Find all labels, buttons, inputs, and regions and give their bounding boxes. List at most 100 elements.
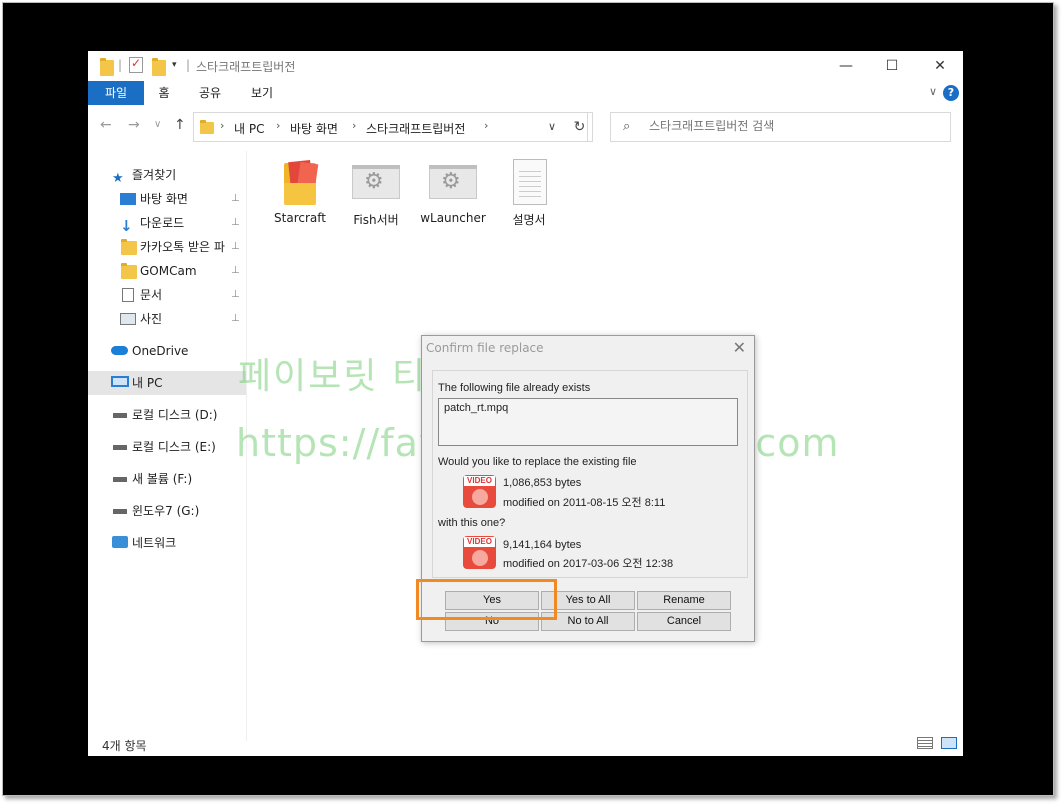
file-item-starcraft[interactable]: Starcraft	[264, 159, 336, 225]
tab-home[interactable]: 홈	[148, 81, 180, 105]
sidebar-item-quick-access[interactable]: ★ 즐겨찾기	[88, 163, 246, 187]
address-dropdown-icon[interactable]: ∨	[540, 112, 564, 142]
help-icon[interactable]: ?	[943, 85, 959, 101]
existing-file-size: 1,086,853 bytes	[503, 477, 582, 489]
file-item-manual[interactable]: 설명서	[493, 159, 565, 228]
video-label: VIDEO	[464, 537, 495, 547]
ribbon-tabs: 파일 홈 공유 보기 ∨ ?	[88, 81, 963, 105]
star-icon: ★	[112, 171, 124, 186]
file-name: Fish서버	[353, 213, 399, 227]
file-name: wLauncher	[420, 211, 486, 225]
address-bar[interactable]: › 내 PC › 바탕 화면 › 스타크래프트립버전 ›	[193, 112, 588, 142]
sidebar-item-label: 다운로드	[140, 216, 185, 230]
sidebar-item-downloads[interactable]: ↓ 다운로드 ⊥	[88, 211, 246, 235]
recent-locations-button[interactable]: ∨	[154, 119, 161, 130]
tab-file[interactable]: 파일	[88, 81, 144, 105]
folder-icon	[121, 239, 137, 255]
dialog-close-button[interactable]: ✕	[733, 338, 746, 357]
settings-file-icon: ⚙	[352, 159, 400, 207]
pin-icon: ⊥	[231, 241, 240, 252]
sidebar-item-drive-f[interactable]: 새 볼륨 (F:)	[88, 467, 246, 491]
navigation-bar: ← → ∨ ↑ › 내 PC › 바탕 화면 › 스타크래프트립버전 › ∨ ↻…	[88, 111, 963, 143]
navigation-pane: ★ 즐겨찾기 바탕 화면 ⊥ ↓ 다운로드 ⊥ 카카오톡 받은 파 ⊥ GOMC…	[88, 151, 246, 741]
properties-icon[interactable]: ✓	[129, 56, 143, 73]
sidebar-item-label: OneDrive	[132, 344, 189, 358]
sidebar-item-label: GOMCam	[140, 264, 197, 278]
folder-icon	[121, 263, 137, 279]
sidebar-item-this-pc[interactable]: 내 PC	[88, 371, 246, 395]
sidebar-item-pictures[interactable]: 사진 ⊥	[88, 307, 246, 331]
breadcrumb-desktop[interactable]: 바탕 화면	[290, 120, 338, 137]
chevron-right-icon: ›	[352, 119, 357, 132]
large-icons-view-icon[interactable]	[941, 737, 957, 749]
gear-icon: ⚙	[441, 169, 461, 194]
details-view-icon[interactable]	[917, 737, 934, 749]
text-file-icon	[505, 159, 553, 207]
customize-toolbar-icon[interactable]: ▾	[172, 60, 177, 76]
minimize-button[interactable]: —	[823, 55, 869, 77]
forward-button[interactable]: →	[128, 117, 140, 133]
filename-box: patch_rt.mpq	[438, 398, 738, 446]
sidebar-item-network[interactable]: 네트워크	[88, 531, 246, 555]
film-reel-icon	[472, 550, 488, 566]
search-input[interactable]	[649, 119, 939, 133]
back-button[interactable]: ←	[100, 117, 112, 133]
chevron-right-icon: ›	[220, 119, 225, 132]
toolbar-separator: |	[118, 58, 123, 72]
rename-button[interactable]: Rename	[637, 591, 731, 610]
search-box[interactable]: ⌕	[610, 112, 951, 142]
computer-icon	[111, 376, 129, 387]
window-title: 스타크래프트립버전	[196, 60, 296, 74]
new-file-size: 9,141,164 bytes	[503, 539, 582, 551]
film-reel-icon	[472, 489, 488, 505]
sidebar-item-kakaotalk[interactable]: 카카오톡 받은 파 ⊥	[88, 235, 246, 259]
sidebar-item-label: 내 PC	[132, 376, 163, 390]
sidebar-item-label: 문서	[140, 288, 163, 302]
up-button[interactable]: ↑	[174, 117, 186, 133]
sidebar-item-label: 바탕 화면	[140, 192, 188, 206]
sidebar-item-gomcam[interactable]: GOMCam ⊥	[88, 259, 246, 283]
tab-share[interactable]: 공유	[192, 81, 228, 105]
breadcrumb-my-pc[interactable]: 내 PC	[234, 120, 264, 137]
close-button[interactable]: ✕	[917, 55, 963, 77]
with-this-one-text: with this one?	[438, 517, 506, 529]
new-folder-icon[interactable]	[152, 58, 166, 76]
file-item-wlauncher[interactable]: ⚙ wLauncher	[417, 159, 489, 225]
pin-icon: ⊥	[231, 289, 240, 300]
sidebar-item-desktop[interactable]: 바탕 화면 ⊥	[88, 187, 246, 211]
replace-question: Would you like to replace the existing f…	[438, 456, 637, 468]
picture-icon	[120, 313, 136, 325]
sidebar-item-onedrive[interactable]: OneDrive	[88, 339, 246, 363]
pane-divider[interactable]	[246, 151, 247, 741]
filename-text: patch_rt.mpq	[444, 402, 509, 414]
video-label: VIDEO	[464, 476, 495, 486]
sidebar-item-label: 로컬 디스크 (E:)	[132, 440, 216, 454]
cancel-button[interactable]: Cancel	[637, 612, 731, 631]
pin-icon: ⊥	[231, 217, 240, 228]
sidebar-item-drive-d[interactable]: 로컬 디스크 (D:)	[88, 403, 246, 427]
ribbon-expand-icon[interactable]: ∨	[929, 85, 937, 98]
maximize-button[interactable]: ☐	[869, 55, 915, 77]
tab-view[interactable]: 보기	[244, 81, 280, 105]
sidebar-item-drive-e[interactable]: 로컬 디스크 (E:)	[88, 435, 246, 459]
breadcrumb-folder[interactable]: 스타크래프트립버전	[366, 120, 465, 137]
chevron-right-icon: ›	[484, 119, 489, 132]
drive-icon	[113, 413, 127, 418]
pin-icon: ⊥	[231, 265, 240, 276]
sidebar-item-label: 네트워크	[132, 536, 177, 550]
file-item-fish-server[interactable]: ⚙ Fish서버	[340, 159, 412, 228]
existing-file-modified: modified on 2011-08-15 오전 8:11	[503, 497, 666, 509]
pin-icon: ⊥	[231, 313, 240, 324]
file-name: 설명서	[512, 213, 546, 227]
refresh-button[interactable]: ↻	[567, 112, 593, 142]
sidebar-item-label: 로컬 디스크 (D:)	[132, 408, 218, 422]
folder-icon	[200, 120, 214, 134]
settings-file-icon: ⚙	[429, 159, 477, 207]
drive-icon	[113, 445, 127, 450]
sidebar-item-documents[interactable]: 문서 ⊥	[88, 283, 246, 307]
checkmark-icon: ✓	[131, 56, 142, 70]
title-bar: | ✓ ▾ | 스타크래프트립버전 — ☐ ✕	[88, 51, 963, 81]
network-icon	[112, 536, 128, 548]
video-folder-icon	[276, 159, 324, 207]
sidebar-item-drive-g[interactable]: 윈도우7 (G:)	[88, 499, 246, 523]
